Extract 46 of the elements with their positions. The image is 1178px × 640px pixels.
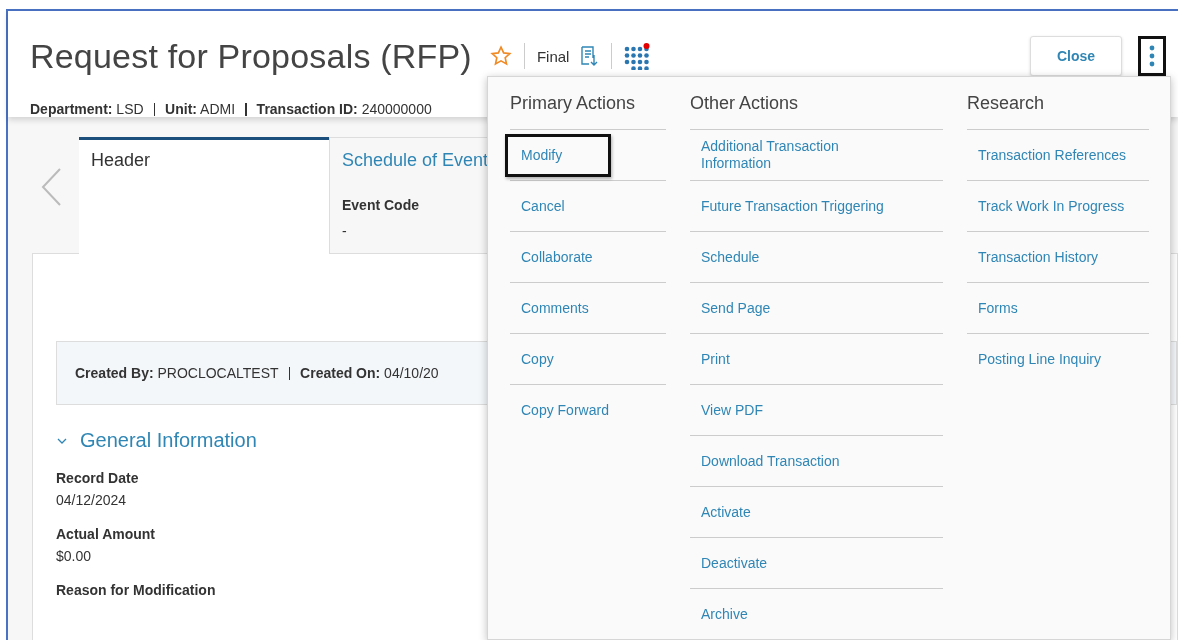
- menu-item[interactable]: Copy: [505, 337, 563, 381]
- menu-item[interactable]: Send Page: [685, 286, 780, 330]
- tab[interactable]: Header: [79, 137, 329, 254]
- menu-item[interactable]: View PDF: [685, 388, 772, 432]
- more-button[interactable]: [1138, 36, 1166, 76]
- star-icon[interactable]: [489, 45, 512, 67]
- menu-item[interactable]: Future Transaction Triggering: [685, 184, 893, 228]
- meta-field: Transaction ID: 240000000: [256, 101, 432, 117]
- menu-item[interactable]: Copy Forward: [505, 388, 618, 432]
- field-label: Actual Amount: [56, 526, 156, 542]
- menu-column-title: Other Actions: [690, 92, 800, 115]
- field-value: $0.00: [56, 548, 92, 564]
- menu-item[interactable]: Comments: [505, 286, 598, 330]
- menu-item[interactable]: Additional Transaction Information: [685, 125, 920, 185]
- menu-item[interactable]: Forms: [962, 286, 1027, 330]
- close-button[interactable]: Close: [1030, 36, 1122, 76]
- meta-field: Unit: ADMI: [165, 101, 236, 117]
- menu-item[interactable]: Posting Line Inquiry: [962, 337, 1110, 381]
- menu-item[interactable]: Deactivate: [685, 541, 777, 585]
- status-label: Final: [536, 47, 570, 65]
- field-value: 04/12/2024: [56, 492, 127, 508]
- section-title[interactable]: General Information: [80, 429, 257, 452]
- tab-label: Header: [91, 150, 151, 171]
- menu-item[interactable]: Track Work In Progress: [962, 184, 1134, 228]
- page-title: Request for Proposals (RFP): [30, 36, 472, 76]
- menu-item[interactable]: Archive: [685, 592, 757, 636]
- meta-field: Department: LSD: [30, 101, 144, 117]
- created-field: Created On: 04/10/20: [300, 365, 439, 381]
- more-icon: [1149, 44, 1155, 68]
- menu-column-title: Primary Actions: [510, 92, 637, 115]
- menu-item[interactable]: Transaction References: [962, 133, 1136, 177]
- field-label: Record Date: [56, 470, 139, 486]
- field-value: -: [342, 223, 347, 239]
- document-icon[interactable]: [579, 45, 600, 67]
- created-field: Created By: PROCLOCALTEST: [75, 365, 279, 381]
- tab-label: Schedule of Event: [342, 150, 489, 171]
- menu-item[interactable]: Transaction History: [962, 235, 1108, 279]
- menu-item[interactable]: Download Transaction: [685, 439, 849, 483]
- menu-item[interactable]: Schedule: [685, 235, 769, 279]
- menu-item[interactable]: Activate: [685, 490, 760, 534]
- field-label: Reason for Modification: [56, 582, 216, 598]
- menu-item[interactable]: Modify: [505, 133, 612, 177]
- menu-item[interactable]: Print: [685, 337, 739, 381]
- menu-column-title: Research: [967, 92, 1046, 115]
- field-label: Event Code: [342, 197, 419, 213]
- apps-grid-icon[interactable]: [624, 42, 651, 70]
